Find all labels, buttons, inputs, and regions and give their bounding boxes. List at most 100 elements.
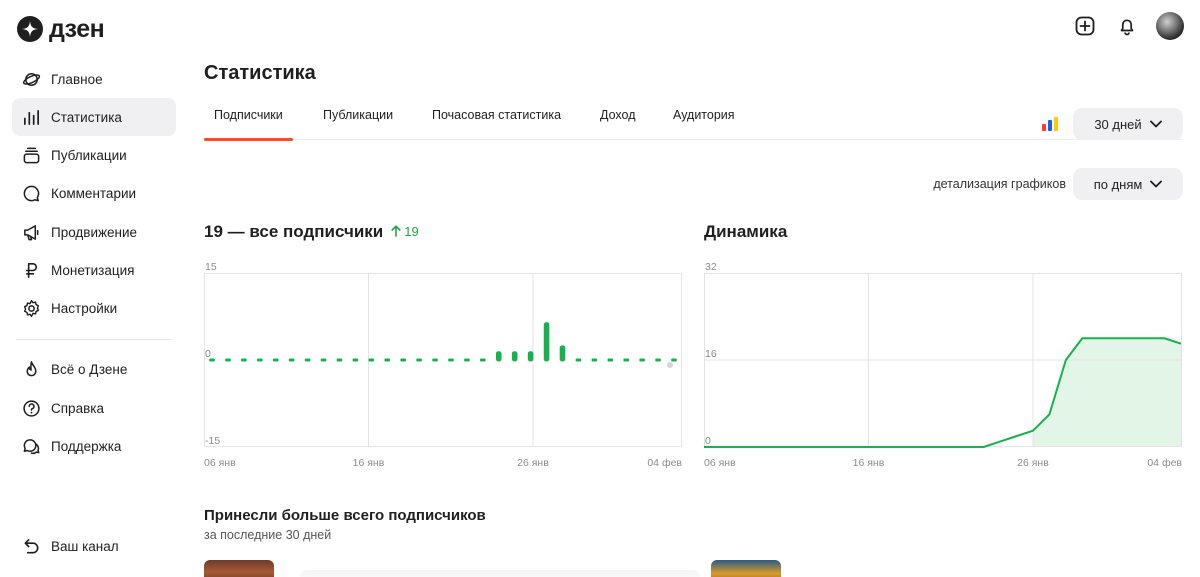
growth-value: 19	[404, 223, 419, 239]
gear-icon	[22, 299, 41, 318]
megaphone-icon	[22, 223, 41, 242]
arrow-up-icon	[391, 225, 401, 237]
bar	[464, 358, 470, 362]
header-actions	[1072, 12, 1184, 40]
tab-audience[interactable]: Аудитория	[673, 98, 735, 140]
sidebar-item-label: Ваш канал	[51, 538, 119, 554]
x-tick-label: 26 янв	[517, 457, 549, 469]
subscribers-title: 19 — все подписчики 19	[204, 222, 419, 242]
dynamics-title-text: Динамика	[704, 222, 788, 241]
tab-label: Подписчики	[214, 108, 283, 122]
top-sources-title: Принесли больше всего подписчиков	[204, 507, 486, 524]
metrica-icon[interactable]	[1041, 116, 1059, 132]
bar	[225, 358, 231, 362]
bar	[527, 351, 534, 362]
detail-dropdown[interactable]: по дням	[1073, 168, 1183, 200]
chat-icon	[22, 437, 41, 456]
bar	[209, 358, 215, 362]
y-tick-label: 32	[705, 261, 717, 273]
sidebar-item-your-channel[interactable]: Ваш канал	[12, 527, 119, 565]
ruble-icon	[22, 261, 41, 280]
sidebar-item-settings[interactable]: Настройки	[12, 290, 176, 328]
help-icon	[22, 399, 41, 418]
sidebar-item-label: Статистика	[51, 109, 122, 125]
sidebar-item-promotion[interactable]: Продвижение	[12, 213, 176, 251]
tab-label: Почасовая статистика	[432, 108, 562, 122]
publication-card-shadow	[300, 570, 700, 577]
bar	[304, 358, 311, 362]
sidebar-item-label: Комментарии	[51, 186, 137, 202]
dynamics-title: Динамика	[704, 222, 787, 242]
x-tick-label: 06 янв	[204, 457, 236, 469]
x-tick-label: 06 янв	[704, 457, 736, 469]
bar	[559, 345, 566, 362]
bar	[241, 358, 247, 362]
sidebar-item-label: Справка	[51, 400, 104, 416]
bar	[623, 358, 630, 362]
dynamics-area-chart: 06 янв 16 янв 26 янв 04 фев 32 16 0	[704, 258, 1186, 474]
subscribers-title-text: 19 — все подписчики	[204, 222, 384, 241]
tab-label: Аудитория	[673, 108, 735, 122]
sidebar-item-statistics[interactable]: Статистика	[12, 98, 176, 137]
tab-hourly-stats[interactable]: Почасовая статистика	[432, 98, 561, 140]
bar	[384, 358, 391, 362]
bar	[655, 358, 661, 362]
sidebar-item-publications[interactable]: Публикации	[12, 137, 176, 175]
add-button[interactable]	[1072, 13, 1098, 39]
tab-publications[interactable]: Публикации	[323, 98, 393, 140]
dzen-star-icon	[17, 16, 43, 42]
bar	[511, 351, 518, 362]
bar	[368, 358, 375, 362]
y-tick-label: 0	[205, 348, 211, 360]
page-title: Статистика	[204, 62, 316, 84]
sidebar-item-label: Главное	[51, 71, 103, 87]
x-tick-label: 26 янв	[1017, 457, 1049, 469]
planet-icon	[22, 70, 41, 89]
flame-icon	[22, 360, 41, 379]
x-tick-label: 16 янв	[853, 457, 885, 469]
bar	[671, 358, 677, 362]
avatar[interactable]	[1156, 12, 1184, 40]
bar	[352, 358, 359, 362]
today-marker	[667, 362, 673, 368]
logo-text: дзен	[49, 15, 105, 43]
publication-thumbnail[interactable]	[711, 560, 781, 577]
x-tick-label: 04 фев	[1147, 457, 1182, 469]
plus-square-icon	[1075, 16, 1095, 36]
sidebar-divider	[16, 338, 172, 340]
back-arrow-icon	[22, 537, 41, 556]
dzen-logo[interactable]: дзен	[17, 15, 105, 43]
bar	[543, 322, 550, 362]
y-tick-label: 16	[705, 348, 717, 360]
sidebar-item-label: Продвижение	[51, 224, 138, 240]
sidebar-item-about-dzen[interactable]: Всё о Дзене	[12, 351, 176, 389]
bar	[639, 358, 645, 362]
tab-label: Доход	[600, 108, 636, 122]
tab-subscribers[interactable]: Подписчики	[204, 98, 293, 141]
sidebar-item-label: Всё о Дзене	[51, 362, 128, 378]
comment-icon	[22, 184, 41, 203]
subscribers-bar-chart-svg: 06 янв 16 янв 26 янв 04 фев 15 0 -15	[204, 261, 682, 469]
sidebar-item-support[interactable]: Поддержка	[12, 427, 176, 465]
publication-thumbnail[interactable]	[204, 560, 274, 577]
sidebar-item-main[interactable]: Главное	[12, 60, 176, 98]
chevron-down-icon	[1150, 180, 1163, 188]
notifications-button[interactable]	[1114, 13, 1140, 39]
x-tick-label: 04 фев	[647, 457, 682, 469]
period-dropdown[interactable]: 30 дней	[1073, 108, 1183, 140]
sidebar-item-monetization[interactable]: Монетизация	[12, 251, 176, 289]
tab-income[interactable]: Доход	[600, 98, 636, 140]
stats-tabs: Подписчики Публикации Почасовая статисти…	[204, 98, 1182, 141]
sidebar-item-label: Поддержка	[51, 438, 122, 454]
y-tick-label: 0	[705, 435, 711, 447]
bar-stats-icon	[22, 108, 41, 127]
bar	[256, 358, 263, 362]
bar	[432, 358, 438, 362]
bar	[575, 358, 582, 362]
sidebar-item-comments[interactable]: Комментарии	[12, 175, 176, 213]
stack-icon	[22, 146, 41, 165]
sidebar-item-help[interactable]: Справка	[12, 389, 176, 427]
bar	[591, 358, 598, 362]
period-value: 30 дней	[1094, 116, 1142, 132]
bar	[288, 358, 295, 362]
